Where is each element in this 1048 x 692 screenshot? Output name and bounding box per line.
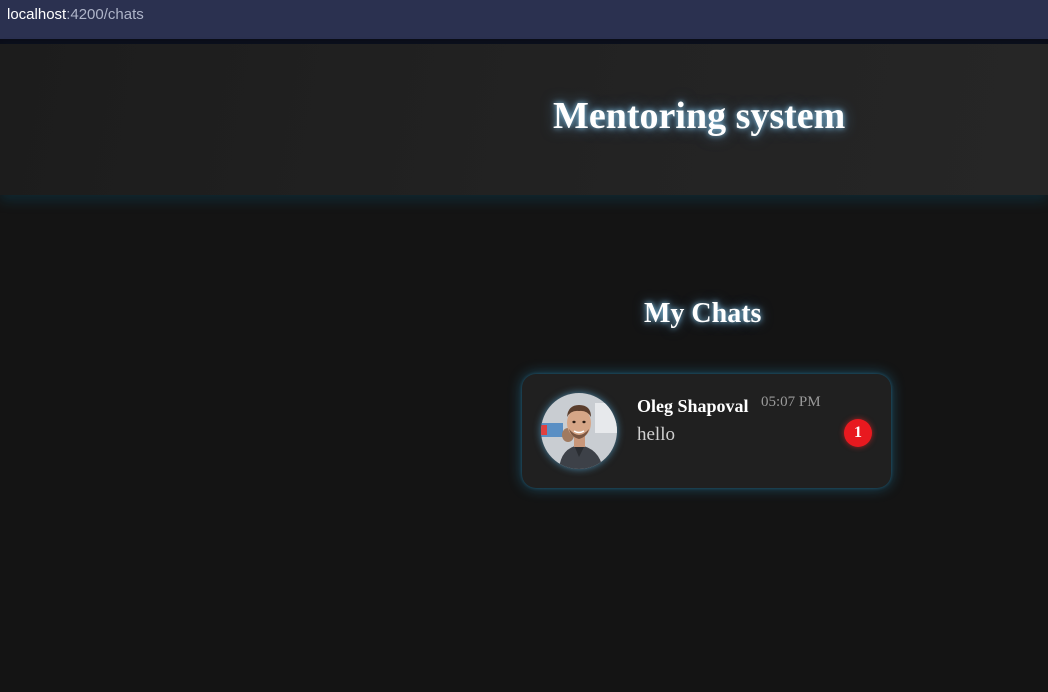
chat-list-item[interactable]: Oleg Shapoval 05:07 PM hello 1 [522, 374, 891, 488]
site-title: Mentoring system [553, 95, 846, 137]
url-host: localhost [7, 6, 67, 23]
site-header: Mentoring system [0, 44, 1048, 195]
address-bar-url[interactable]: localhost:4200/chats [7, 6, 144, 23]
unread-count-badge: 1 [844, 419, 872, 447]
page-title: My Chats [644, 298, 762, 329]
url-path: :4200/chats [66, 6, 144, 23]
chat-contact-name: Oleg Shapoval [637, 396, 749, 416]
browser-address-bar[interactable]: localhost:4200/chats [0, 0, 1048, 44]
chat-last-message: hello [637, 424, 675, 445]
chat-timestamp: 05:07 PM [761, 394, 821, 410]
user-avatar-photo [541, 393, 617, 469]
